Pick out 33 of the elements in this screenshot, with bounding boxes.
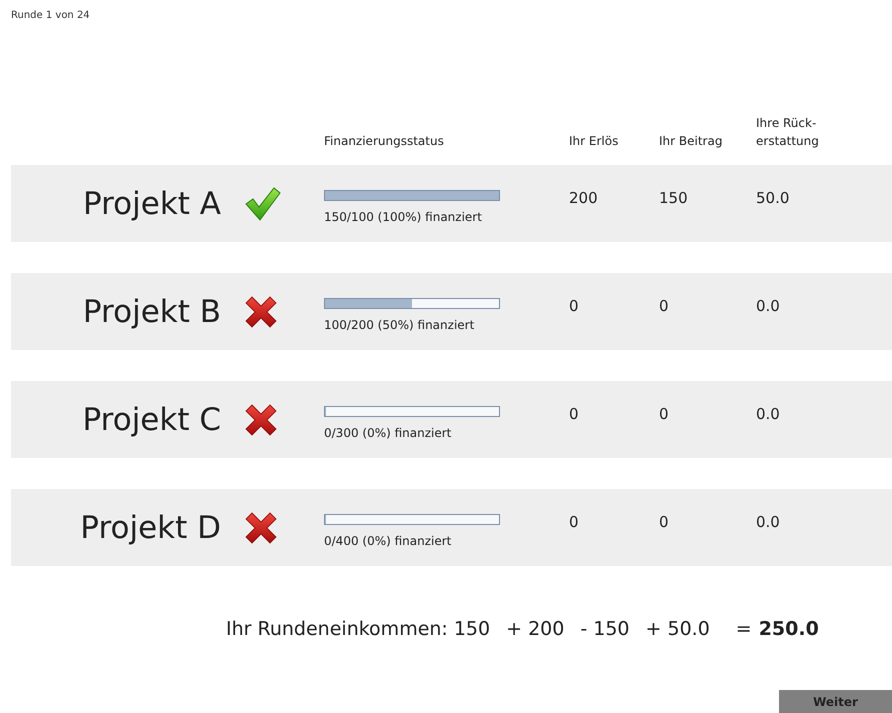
- funding-text: 100/200 (50%) finanziert: [324, 318, 474, 332]
- revenue-value: 0: [569, 512, 580, 533]
- contribution-value: 0: [659, 404, 670, 425]
- income-term: 150: [454, 618, 490, 640]
- equals-sign: =: [736, 618, 752, 640]
- income-label: Ihr Rundeneinkommen:: [226, 618, 448, 640]
- project-name: Projekt C: [82, 402, 221, 438]
- project-name: Projekt D: [79, 510, 221, 546]
- column-header: Finanzierungsstatus: [324, 133, 445, 150]
- income-term: + 50.0: [646, 618, 710, 640]
- revenue-value: 0: [569, 404, 580, 425]
- column-header: Ihr Erlös: [569, 133, 620, 150]
- project-name: Projekt A: [82, 186, 221, 222]
- project-name: Projekt B: [82, 294, 221, 330]
- column-header: Ihr Beitrag: [659, 133, 724, 150]
- funding-text: 150/100 (100%) finanziert: [324, 210, 482, 224]
- refund-value: 0.0: [756, 296, 781, 317]
- contribution-value: 0: [659, 512, 670, 533]
- column-header: Ihre Rück- erstattung: [756, 115, 820, 150]
- income-term: - 150: [580, 618, 630, 640]
- round-counter: Runde 1 von 24: [11, 10, 90, 21]
- income-total: 250.0: [758, 618, 819, 640]
- next-button[interactable]: Weiter: [779, 690, 892, 713]
- funding-text: 0/300 (0%) finanziert: [324, 426, 452, 440]
- revenue-value: 0: [569, 296, 580, 317]
- contribution-value: 150: [659, 188, 689, 209]
- refund-value: 0.0: [756, 404, 781, 425]
- income-term: + 200: [506, 618, 564, 640]
- refund-value: 50.0: [756, 188, 790, 209]
- contribution-value: 0: [659, 296, 670, 317]
- refund-value: 0.0: [756, 512, 781, 533]
- funding-text: 0/400 (0%) finanziert: [324, 534, 452, 548]
- revenue-value: 200: [569, 188, 599, 209]
